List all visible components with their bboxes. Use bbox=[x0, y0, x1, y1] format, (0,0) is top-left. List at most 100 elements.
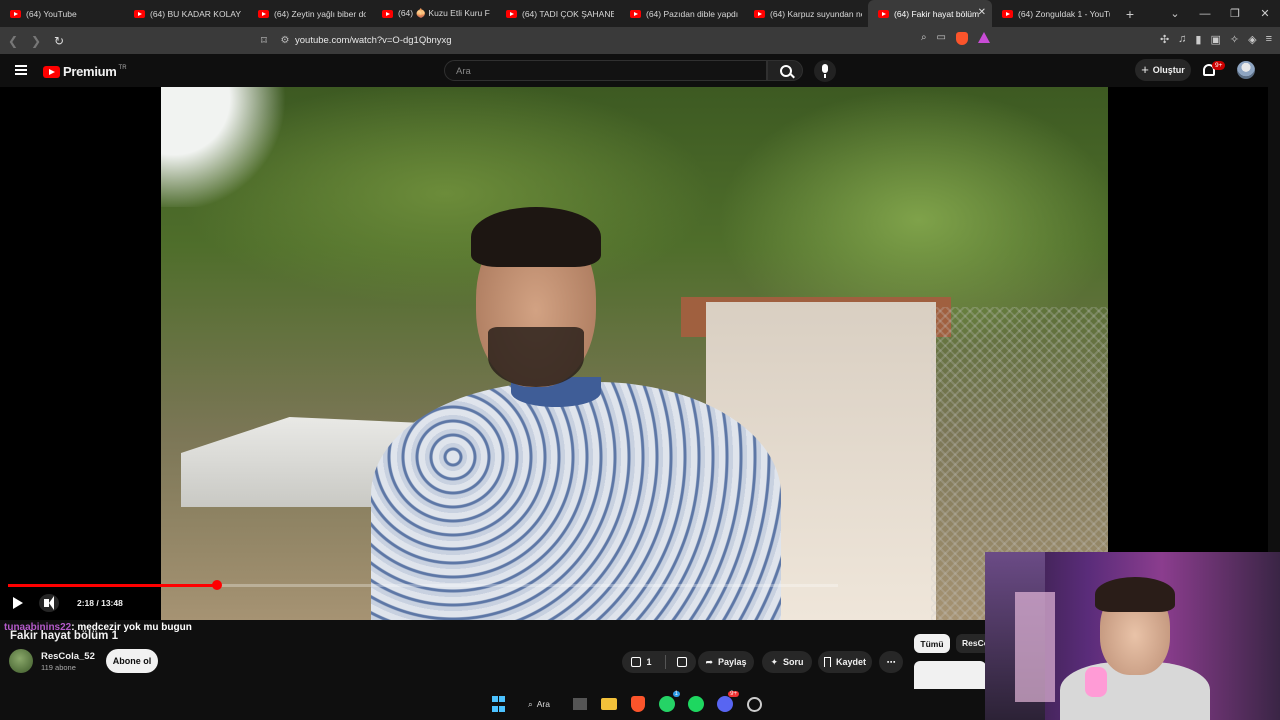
browser-tab[interactable]: (64) Pazıdan dible yapdım bbox=[620, 0, 744, 27]
ask-button[interactable]: ✦ Soru bbox=[762, 651, 812, 673]
channel-name[interactable]: ResCola_52 bbox=[41, 651, 95, 662]
notifications-badge: 9+ bbox=[1212, 61, 1226, 70]
scene-person bbox=[351, 207, 811, 620]
video-player[interactable]: 2:18 / 13:48 bbox=[0, 87, 1268, 620]
discord-button[interactable]: 9+ bbox=[715, 691, 739, 714]
url-text[interactable]: youtube.com/watch?v=O-dg1Qbnyxg bbox=[295, 35, 452, 46]
taskbar-search[interactable]: ⌕ Ara bbox=[517, 694, 561, 714]
back-button[interactable]: ❮ bbox=[3, 34, 23, 48]
menu-icon[interactable]: ≡ bbox=[1266, 33, 1272, 46]
browser-tab[interactable]: (64) YouTube bbox=[0, 0, 124, 27]
close-window-button[interactable]: ✕ bbox=[1250, 7, 1280, 20]
steam-icon bbox=[746, 696, 762, 712]
person-hair bbox=[471, 207, 601, 267]
search-input[interactable]: Ara bbox=[444, 60, 767, 81]
spotify-icon bbox=[688, 696, 704, 712]
cast-icon[interactable]: ▭ bbox=[937, 32, 946, 45]
time-display: 2:18 / 13:48 bbox=[68, 595, 132, 611]
spotify-button[interactable] bbox=[686, 694, 706, 714]
channel-avatar[interactable] bbox=[9, 649, 33, 673]
address-bar-actions: ⌕ ▭ bbox=[921, 32, 990, 45]
tab-search-icon[interactable]: ⌄ bbox=[1160, 7, 1190, 20]
save-button[interactable]: Kaydet bbox=[818, 651, 872, 673]
webcam-shelf bbox=[1015, 592, 1055, 702]
reload-button[interactable]: ↻ bbox=[49, 34, 69, 48]
create-button[interactable]: + Oluştur bbox=[1135, 59, 1191, 81]
close-tab-icon[interactable]: ✕ bbox=[978, 7, 986, 18]
youtube-favicon-icon bbox=[10, 9, 21, 18]
save-icon bbox=[823, 657, 831, 667]
steam-button[interactable] bbox=[744, 694, 764, 714]
media-icon[interactable]: ♫ bbox=[1178, 33, 1186, 46]
start-icon[interactable] bbox=[488, 694, 508, 714]
forward-button[interactable]: ❯ bbox=[26, 34, 46, 48]
leo-ai-icon[interactable]: ✧ bbox=[1230, 33, 1239, 46]
file-explorer-button[interactable] bbox=[599, 694, 619, 714]
restore-button[interactable]: ❐ bbox=[1220, 7, 1250, 20]
zoom-icon[interactable]: ⌕ bbox=[921, 32, 927, 45]
youtube-favicon-icon bbox=[630, 9, 641, 18]
wallet-icon[interactable]: ▣ bbox=[1210, 33, 1220, 46]
tab-title: (64) YouTube bbox=[26, 8, 77, 19]
subscribe-button[interactable]: Abone ol bbox=[106, 649, 158, 673]
bookmark-icon[interactable]: ⌑ bbox=[253, 34, 275, 47]
browser-tab[interactable]: (64) BU KADAR KOLAY OL bbox=[124, 0, 248, 27]
tab-title: (64) Pazıdan dible yapdım bbox=[646, 8, 738, 19]
video-frame[interactable] bbox=[161, 87, 1108, 620]
youtube-favicon-icon bbox=[754, 9, 765, 18]
share-label: Paylaş bbox=[718, 657, 747, 667]
search-button[interactable] bbox=[767, 60, 803, 81]
whatsapp-button[interactable]: 1 bbox=[657, 691, 680, 714]
progress-fill bbox=[8, 584, 218, 587]
recommended-thumbnail[interactable] bbox=[914, 661, 986, 689]
account-avatar[interactable] bbox=[1237, 61, 1255, 79]
voice-search-icon[interactable] bbox=[814, 60, 836, 82]
taskbar-search-icon: ⌕ bbox=[528, 698, 533, 709]
browser-tab[interactable]: (64) Fakir hayat bölüm ✕ bbox=[868, 0, 992, 27]
guide-menu-icon[interactable] bbox=[15, 65, 27, 75]
folder-icon bbox=[601, 698, 617, 710]
ask-label: Soru bbox=[783, 657, 804, 667]
address-bar[interactable]: ⌑ ⚙ youtube.com/watch?v=O-dg1Qbnyxg bbox=[253, 30, 998, 51]
brave-shields-icon[interactable] bbox=[956, 32, 968, 45]
browser-tab[interactable]: (64) TADI ÇOK ŞAHANE T bbox=[496, 0, 620, 27]
taskbar-search-label: Ara bbox=[536, 699, 550, 709]
task-view-icon bbox=[573, 698, 587, 710]
vpn-icon[interactable]: ◈ bbox=[1248, 33, 1256, 46]
browser-tab[interactable]: (64) Zeytin yağlı biber dol bbox=[248, 0, 372, 27]
new-tab-button[interactable]: + bbox=[1116, 6, 1144, 22]
chip-all[interactable]: Tümü bbox=[914, 634, 950, 653]
more-actions-button[interactable]: ⋯ bbox=[879, 651, 903, 673]
task-view-button[interactable] bbox=[570, 694, 590, 714]
youtube-header: Premium TR Ara + Oluştur 9+ bbox=[0, 54, 1280, 87]
share-button[interactable]: ➦ Paylaş bbox=[698, 651, 754, 673]
like-divider bbox=[664, 655, 666, 669]
more-icon: ⋯ bbox=[886, 656, 896, 667]
streamer-webcam bbox=[985, 552, 1280, 720]
brave-rewards-icon[interactable] bbox=[978, 32, 990, 43]
browser-tab-strip: (64) YouTube (64) BU KADAR KOLAY OL (64) Z… bbox=[0, 0, 1280, 27]
thumbs-down-icon[interactable] bbox=[676, 657, 687, 667]
discord-badge: 9+ bbox=[728, 691, 739, 697]
extensions-icon[interactable]: ✣ bbox=[1160, 33, 1169, 46]
minimize-button[interactable]: — bbox=[1190, 8, 1220, 20]
play-icon[interactable] bbox=[13, 597, 23, 609]
tab-title: (64) TADI ÇOK ŞAHANE T bbox=[522, 8, 614, 19]
browser-tab[interactable]: (64) 🧅 Kuzu Etli Kuru Fa bbox=[372, 0, 496, 27]
youtube-favicon-icon bbox=[506, 9, 517, 18]
youtube-logo[interactable]: Premium TR bbox=[43, 64, 127, 79]
brave-icon bbox=[631, 696, 645, 712]
sidebar-toggle-icon[interactable]: ▮ bbox=[1195, 33, 1201, 46]
browser-tab[interactable]: (64) Zonguldak 1 - YouTu bbox=[992, 0, 1116, 27]
like-button[interactable]: 1 bbox=[631, 657, 652, 667]
brave-button[interactable] bbox=[628, 694, 648, 714]
browser-tab[interactable]: (64) Karpuz suyundan ne bbox=[744, 0, 868, 27]
site-info-icon[interactable]: ⚙ bbox=[275, 35, 295, 46]
share-icon: ➦ bbox=[705, 656, 713, 667]
thumbs-up-icon bbox=[631, 657, 642, 667]
youtube-favicon-icon bbox=[382, 9, 393, 18]
volume-icon[interactable] bbox=[39, 594, 59, 612]
progress-bar[interactable] bbox=[8, 580, 838, 590]
youtube-favicon-icon bbox=[134, 9, 145, 18]
browser-toolbar: ❮ ❯ ↻ ⌑ ⚙ youtube.com/watch?v=O-dg1Qbnyx… bbox=[0, 27, 1280, 54]
